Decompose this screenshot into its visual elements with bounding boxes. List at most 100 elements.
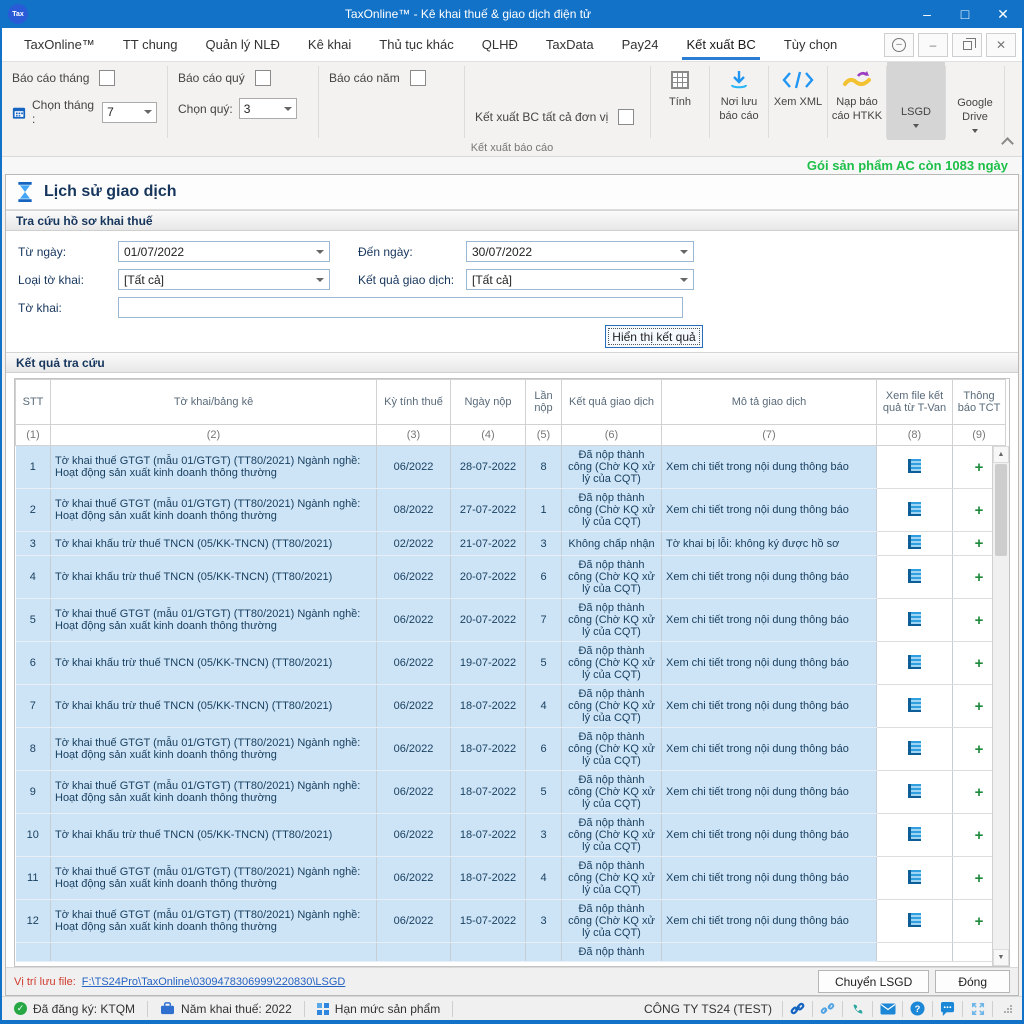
- chat-icon[interactable]: [932, 1001, 962, 1017]
- view-tvan-file-cell[interactable]: [877, 857, 953, 900]
- view-tvan-file-cell[interactable]: [877, 556, 953, 599]
- link-icon[interactable]: [782, 1001, 812, 1017]
- mail-icon[interactable]: [872, 1001, 902, 1017]
- view-tvan-file-cell[interactable]: [877, 728, 953, 771]
- plus-icon[interactable]: +: [975, 741, 984, 758]
- menu-tab[interactable]: Pay24: [608, 28, 673, 61]
- report-file-icon[interactable]: [908, 612, 921, 626]
- view-tvan-file-cell[interactable]: [877, 489, 953, 532]
- google-drive-button[interactable]: Google Drive: [946, 62, 1004, 140]
- menu-tab[interactable]: Quản lý NLĐ: [192, 28, 294, 61]
- view-xml-button[interactable]: Xem XML: [769, 62, 827, 140]
- column-header[interactable]: Ngày nộp: [451, 380, 526, 425]
- menu-tab[interactable]: QLHĐ: [468, 28, 532, 61]
- doc-close-button[interactable]: ✕: [986, 33, 1016, 57]
- view-tvan-file-cell[interactable]: [877, 599, 953, 642]
- plus-icon[interactable]: +: [975, 827, 984, 844]
- report-location-button[interactable]: Nơi lưu báo cáo: [710, 62, 768, 140]
- menu-tab[interactable]: Kết xuất BC: [672, 28, 769, 61]
- report-file-icon[interactable]: [908, 827, 921, 841]
- column-header[interactable]: Mô tả giao dịch: [662, 380, 877, 425]
- table-row[interactable]: 1Tờ khai thuế GTGT (mẫu 01/GTGT) (TT80/2…: [16, 446, 1006, 489]
- doc-minimize-button[interactable]: –: [918, 33, 948, 57]
- table-row[interactable]: 10Tờ khai khấu trừ thuế TNCN (05/KK-TNCN…: [16, 814, 1006, 857]
- declaration-input[interactable]: [118, 297, 683, 318]
- table-row[interactable]: 11Tờ khai thuế GTGT (mẫu 01/GTGT) (TT80/…: [16, 857, 1006, 900]
- scroll-up-icon[interactable]: ▲: [993, 446, 1009, 463]
- close-icon[interactable]: ✕: [984, 0, 1022, 28]
- quarter-select[interactable]: 3: [239, 98, 297, 119]
- file-location-link[interactable]: F:\TS24Pro\TaxOnline\0309478306999\22083…: [82, 976, 346, 988]
- table-row[interactable]: 4Tờ khai khấu trừ thuế TNCN (05/KK-TNCN)…: [16, 556, 1006, 599]
- scrollbar-thumb[interactable]: [995, 464, 1007, 556]
- view-tvan-file-cell[interactable]: [877, 446, 953, 489]
- table-row[interactable]: 7Tờ khai khấu trừ thuế TNCN (05/KK-TNCN)…: [16, 685, 1006, 728]
- expand-icon[interactable]: [962, 1001, 992, 1017]
- view-tvan-file-cell[interactable]: [877, 814, 953, 857]
- view-tvan-file-cell[interactable]: [877, 900, 953, 943]
- report-file-icon[interactable]: [908, 913, 921, 927]
- column-header[interactable]: Xem file kết quả từ T-Van: [877, 380, 953, 425]
- lsgd-button[interactable]: LSGD: [887, 62, 945, 140]
- table-row[interactable]: 9Tờ khai thuế GTGT (mẫu 01/GTGT) (TT80/2…: [16, 771, 1006, 814]
- report-file-icon[interactable]: [908, 698, 921, 712]
- plus-icon[interactable]: +: [975, 870, 984, 887]
- view-tvan-file-cell[interactable]: [877, 771, 953, 814]
- menu-tab[interactable]: TaxData: [532, 28, 608, 61]
- plus-icon[interactable]: +: [975, 535, 984, 552]
- view-tvan-file-cell[interactable]: [877, 943, 953, 962]
- transfer-lsgd-button[interactable]: Chuyển LSGD: [818, 970, 929, 993]
- scrollbar-track[interactable]: [993, 557, 1009, 949]
- minimize-icon[interactable]: –: [908, 0, 946, 28]
- view-tvan-file-cell[interactable]: [877, 685, 953, 728]
- plus-icon[interactable]: +: [975, 784, 984, 801]
- plus-icon[interactable]: +: [975, 698, 984, 715]
- help-icon[interactable]: ?: [902, 1001, 932, 1017]
- quarterly-report-checkbox[interactable]: [255, 70, 271, 86]
- menu-tab[interactable]: TT chung: [109, 28, 192, 61]
- menu-tab[interactable]: Thủ tục khác: [365, 28, 467, 61]
- maximize-icon[interactable]: □: [946, 0, 984, 28]
- product-quota-item[interactable]: Hạn mức sản phẩm: [305, 1001, 453, 1017]
- menu-tab[interactable]: Kê khai: [294, 28, 365, 61]
- table-row[interactable]: 6Tờ khai khấu trừ thuế TNCN (05/KK-TNCN)…: [16, 642, 1006, 685]
- menu-tab[interactable]: Tùy chọn: [770, 28, 851, 61]
- table-row[interactable]: Đã nộp thành: [16, 943, 1006, 962]
- table-row[interactable]: 5Tờ khai thuế GTGT (mẫu 01/GTGT) (TT80/2…: [16, 599, 1006, 642]
- export-all-units-checkbox[interactable]: [618, 109, 634, 125]
- transaction-result-select[interactable]: [Tất cả]: [466, 269, 694, 290]
- declaration-type-select[interactable]: [Tất cả]: [118, 269, 330, 290]
- ribbon-collapse-button[interactable]: –: [884, 33, 914, 57]
- doc-restore-button[interactable]: [952, 33, 982, 57]
- load-htkk-button[interactable]: Nạp báo cáo HTKK: [828, 62, 886, 140]
- show-results-button[interactable]: Hiển thị kết quả: [605, 325, 703, 348]
- table-scrollbar[interactable]: ▲ ▼: [992, 446, 1009, 966]
- report-file-icon[interactable]: [908, 784, 921, 798]
- plus-icon[interactable]: +: [975, 569, 984, 586]
- table-row[interactable]: 8Tờ khai thuế GTGT (mẫu 01/GTGT) (TT80/2…: [16, 728, 1006, 771]
- table-row[interactable]: 2Tờ khai thuế GTGT (mẫu 01/GTGT) (TT80/2…: [16, 489, 1006, 532]
- report-file-icon[interactable]: [908, 535, 921, 549]
- calc-button[interactable]: Tính: [651, 62, 709, 140]
- plus-icon[interactable]: +: [975, 612, 984, 629]
- report-file-icon[interactable]: [908, 569, 921, 583]
- view-tvan-file-cell[interactable]: [877, 532, 953, 556]
- column-header[interactable]: Kết quả giao dịch: [562, 380, 662, 425]
- report-file-icon[interactable]: [908, 502, 921, 516]
- close-dialog-button[interactable]: Đóng: [935, 970, 1010, 993]
- broken-link-icon[interactable]: [812, 1001, 842, 1017]
- plus-icon[interactable]: +: [975, 655, 984, 672]
- report-file-icon[interactable]: [908, 459, 921, 473]
- view-tvan-file-cell[interactable]: [877, 642, 953, 685]
- menu-tab[interactable]: TaxOnline™: [10, 28, 109, 61]
- scroll-down-icon[interactable]: ▼: [993, 949, 1009, 966]
- plus-icon[interactable]: +: [975, 913, 984, 930]
- phone-icon[interactable]: [842, 1001, 872, 1017]
- column-header[interactable]: Kỳ tính thuế: [377, 380, 451, 425]
- report-file-icon[interactable]: [908, 655, 921, 669]
- from-date-select[interactable]: 01/07/2022: [118, 241, 330, 262]
- column-header[interactable]: Tờ khai/bảng kê: [51, 380, 377, 425]
- resize-grip-icon[interactable]: [992, 1001, 1022, 1017]
- plus-icon[interactable]: +: [975, 459, 984, 476]
- report-file-icon[interactable]: [908, 870, 921, 884]
